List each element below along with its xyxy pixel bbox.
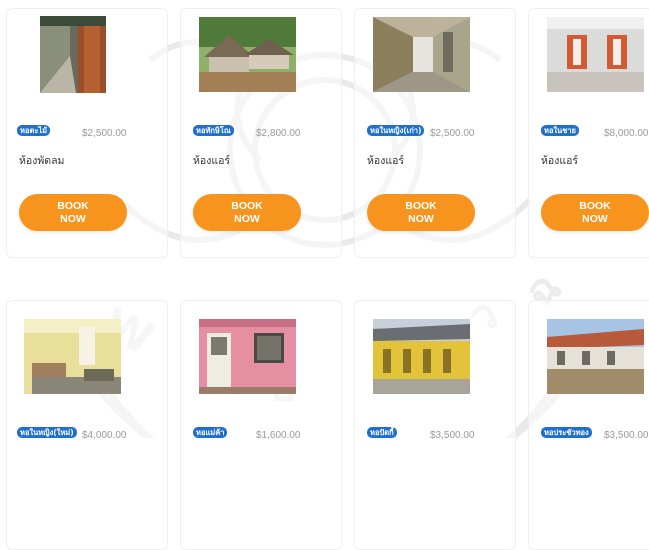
book-now-button[interactable]: BOOK NOW	[367, 194, 475, 231]
dorm-photo[interactable]	[199, 319, 296, 394]
room-type: ห้องแอร์	[367, 155, 405, 167]
listing-card[interactable]: หอในหญิง(เก่า) $2,500.00 ห้องแอร์ BOOK NO…	[354, 8, 516, 258]
listing-card[interactable]: หอทักษิโณ $2,800.00 ห้องแอร์ BOOK NOW	[180, 8, 342, 258]
dorm-badge: หอในหญิง(เก่า)	[367, 125, 425, 136]
dorm-photo[interactable]	[547, 17, 644, 92]
price: $4,000.00	[82, 430, 127, 441]
dorm-photo[interactable]	[547, 319, 644, 394]
price: $3,500.00	[430, 430, 475, 441]
listing-card[interactable]: หอในชาย $8,000.00 ห้องแอร์ BOOK NOW	[528, 8, 649, 258]
price: $1,600.00	[256, 430, 301, 441]
dorm-badge: หอในหญิง(ใหม่)	[17, 427, 77, 438]
dorm-photo[interactable]	[373, 319, 470, 394]
dorm-photo[interactable]	[373, 17, 470, 92]
book-now-button[interactable]: BOOK NOW	[193, 194, 301, 231]
listing-card[interactable]: หอปัดกี้ $3,500.00	[354, 300, 516, 550]
room-type: ห้องพัดลม	[19, 155, 65, 167]
room-type: ห้องแอร์	[541, 155, 579, 167]
price: $2,800.00	[256, 128, 301, 139]
dorm-badge: หอปัดกี้	[367, 427, 397, 438]
price: $2,500.00	[430, 128, 475, 139]
listing-card[interactable]: หอในหญิง(ใหม่) $4,000.00	[6, 300, 168, 550]
dorm-badge: หอแม่ค้า	[193, 427, 228, 438]
dorm-badge: หอประชัวทอง	[541, 427, 592, 438]
dorm-photo[interactable]	[24, 319, 121, 394]
dorm-photo[interactable]	[199, 17, 296, 92]
book-now-button[interactable]: BOOK NOW	[541, 194, 649, 231]
price: $8,000.00	[604, 128, 649, 139]
dorm-photo[interactable]	[40, 16, 106, 93]
price: $3,500.00	[604, 430, 649, 441]
listing-card[interactable]: หอแม่ค้า $1,600.00	[180, 300, 342, 550]
dorm-badge: หอในชาย	[541, 125, 579, 136]
book-now-button[interactable]: BOOK NOW	[19, 194, 127, 231]
price: $2,500.00	[82, 128, 127, 139]
listing-card[interactable]: หอตะไม้ $2,500.00 ห้องพัดลม BOOK NOW	[6, 8, 168, 258]
dorm-badge: หอตะไม้	[17, 125, 51, 136]
listing-card[interactable]: หอประชัวทอง $3,500.00	[528, 300, 649, 550]
dorm-badge: หอทักษิโณ	[193, 125, 234, 136]
room-type: ห้องแอร์	[193, 155, 231, 167]
